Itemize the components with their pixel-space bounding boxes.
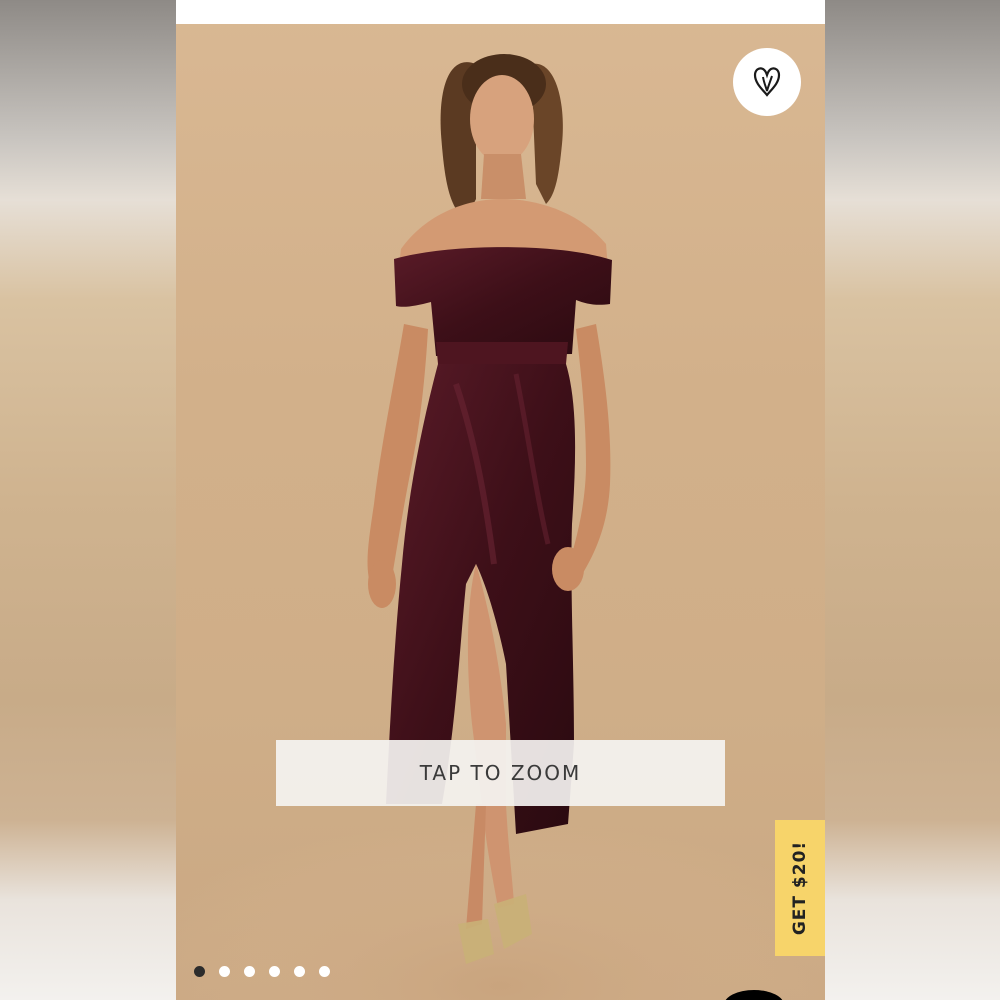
carousel-dot[interactable] (319, 966, 330, 977)
promo-tab-button[interactable]: GET $20! (775, 820, 825, 956)
tap-to-zoom-button[interactable]: TAP TO ZOOM (276, 740, 725, 806)
carousel-dot[interactable] (269, 966, 280, 977)
carousel-dots (194, 966, 330, 977)
product-image-viewer[interactable]: TAP TO ZOOM GET $20! (176, 0, 825, 1000)
heart-icon (753, 67, 781, 97)
right-blur-panel (824, 0, 1000, 1000)
carousel-dot[interactable] (294, 966, 305, 977)
favorite-button[interactable] (733, 48, 801, 116)
product-photo[interactable] (176, 24, 825, 1000)
carousel-dot[interactable] (244, 966, 255, 977)
left-blur-panel (0, 0, 176, 1000)
carousel-dot[interactable] (219, 966, 230, 977)
top-bar (176, 0, 825, 24)
tap-to-zoom-label: TAP TO ZOOM (419, 761, 582, 785)
promo-tab-label: GET $20! (790, 840, 811, 936)
carousel-dot[interactable] (194, 966, 205, 977)
